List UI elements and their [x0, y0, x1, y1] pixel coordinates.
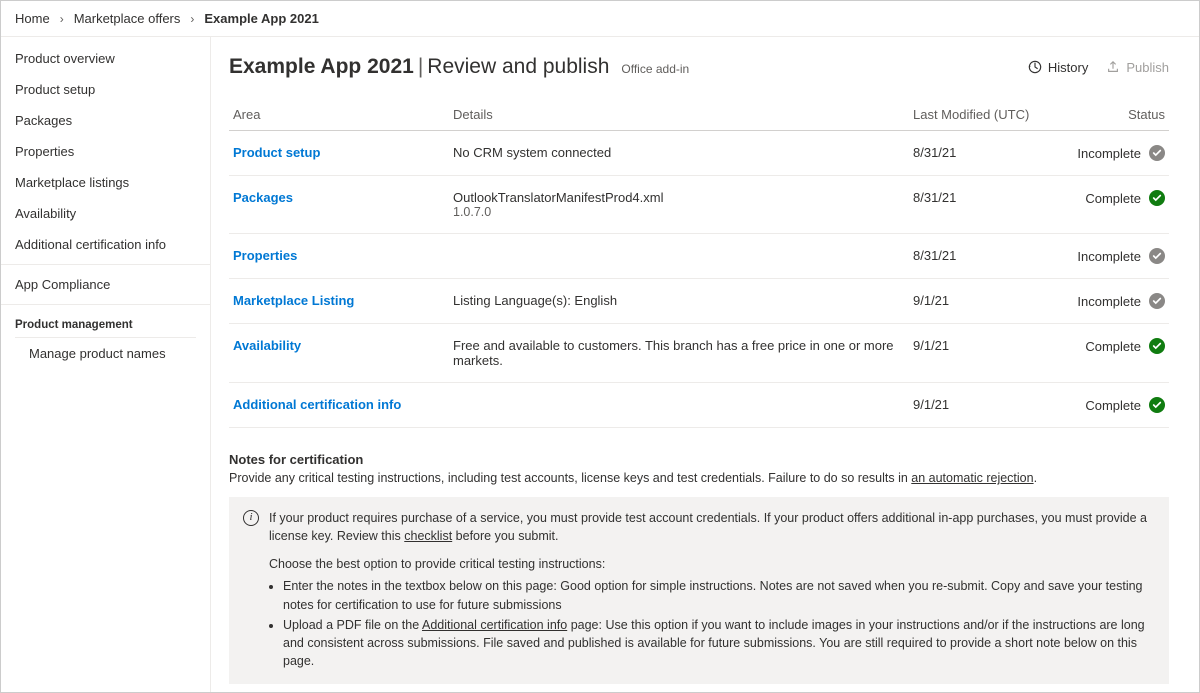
area-link[interactable]: Additional certification info	[233, 397, 401, 412]
chevron-right-icon: ›	[60, 12, 64, 26]
info-choose-text: Choose the best option to provide critic…	[269, 555, 1155, 573]
breadcrumb-home[interactable]: Home	[15, 11, 50, 26]
col-modified: Last Modified (UTC)	[909, 99, 1049, 131]
history-button[interactable]: History	[1028, 60, 1088, 75]
sidebar-item-app-compliance[interactable]: App Compliance	[1, 269, 210, 300]
details-cell: Free and available to customers. This br…	[449, 324, 909, 383]
modified-cell: 8/31/21	[909, 176, 1049, 234]
info-bullet-1: Enter the notes in the textbox below on …	[283, 577, 1155, 613]
status-cell: Incomplete	[1049, 234, 1169, 279]
info-icon: i	[243, 510, 259, 526]
check-circle-icon	[1149, 190, 1165, 206]
sidebar-section-label: Product management	[1, 309, 210, 337]
sidebar: Product overview Product setup Packages …	[1, 37, 211, 692]
checklist-link[interactable]: checklist	[404, 529, 452, 543]
main-content: Example App 2021|Review and publish Offi…	[211, 37, 1199, 692]
notes-description: Provide any critical testing instruction…	[229, 471, 1169, 485]
table-row: Product setup No CRM system connected8/31…	[229, 131, 1169, 176]
breadcrumb-current: Example App 2021	[204, 11, 318, 26]
modified-cell: 9/1/21	[909, 279, 1049, 324]
sidebar-item-properties[interactable]: Properties	[1, 136, 210, 167]
sidebar-item-product-setup[interactable]: Product setup	[1, 74, 210, 105]
incomplete-circle-icon	[1149, 293, 1165, 309]
breadcrumb-marketplace[interactable]: Marketplace offers	[74, 11, 181, 26]
col-area: Area	[229, 99, 449, 131]
modified-cell: 8/31/21	[909, 234, 1049, 279]
info-box: i If your product requires purchase of a…	[229, 497, 1169, 684]
details-cell	[449, 383, 909, 428]
notes-heading: Notes for certification	[229, 452, 1169, 467]
publish-action: Publish	[1106, 60, 1169, 75]
breadcrumb: Home › Marketplace offers › Example App …	[1, 1, 1199, 37]
modified-cell: 8/31/21	[909, 131, 1049, 176]
status-cell: Complete	[1049, 324, 1169, 383]
page-subtitle: Office add-in	[621, 62, 689, 76]
table-row: Properties 8/31/21Incomplete	[229, 234, 1169, 279]
status-cell: Incomplete	[1049, 279, 1169, 324]
modified-cell: 9/1/21	[909, 383, 1049, 428]
divider	[1, 264, 210, 265]
incomplete-circle-icon	[1149, 145, 1165, 161]
details-cell: OutlookTranslatorManifestProd4.xml1.0.7.…	[449, 176, 909, 234]
page-header: Example App 2021|Review and publish Offi…	[229, 55, 1169, 79]
status-table: Area Details Last Modified (UTC) Status …	[229, 99, 1169, 428]
page-title: Example App 2021|Review and publish	[229, 55, 609, 79]
details-cell	[449, 234, 909, 279]
check-circle-icon	[1149, 397, 1165, 413]
automatic-rejection-link[interactable]: an automatic rejection	[911, 471, 1033, 485]
publish-icon	[1106, 60, 1120, 74]
table-row: Marketplace Listing Listing Language(s): …	[229, 279, 1169, 324]
area-link[interactable]: Packages	[233, 190, 293, 205]
sidebar-item-packages[interactable]: Packages	[1, 105, 210, 136]
chevron-right-icon: ›	[190, 12, 194, 26]
area-link[interactable]: Availability	[233, 338, 301, 353]
info-bullet-2: Upload a PDF file on the Additional cert…	[283, 616, 1155, 670]
area-link[interactable]: Marketplace Listing	[233, 293, 354, 308]
divider	[1, 304, 210, 305]
table-row: Packages OutlookTranslatorManifestProd4.x…	[229, 176, 1169, 234]
sidebar-item-marketplace-listings[interactable]: Marketplace listings	[1, 167, 210, 198]
col-status: Status	[1049, 99, 1169, 131]
area-link[interactable]: Product setup	[233, 145, 320, 160]
table-row: Additional certification info 9/1/21Compl…	[229, 383, 1169, 428]
status-cell: Complete	[1049, 176, 1169, 234]
incomplete-circle-icon	[1149, 248, 1165, 264]
status-cell: Incomplete	[1049, 131, 1169, 176]
modified-cell: 9/1/21	[909, 324, 1049, 383]
sidebar-item-product-overview[interactable]: Product overview	[1, 43, 210, 74]
sidebar-item-additional-cert[interactable]: Additional certification info	[1, 229, 210, 260]
sidebar-item-availability[interactable]: Availability	[1, 198, 210, 229]
status-cell: Complete	[1049, 383, 1169, 428]
additional-cert-link[interactable]: Additional certification info	[422, 618, 567, 632]
sidebar-item-manage-product-names[interactable]: Manage product names	[1, 338, 210, 369]
area-link[interactable]: Properties	[233, 248, 297, 263]
history-icon	[1028, 60, 1042, 74]
details-cell: Listing Language(s): English	[449, 279, 909, 324]
table-row: Availability Free and available to custom…	[229, 324, 1169, 383]
check-circle-icon	[1149, 338, 1165, 354]
col-details: Details	[449, 99, 909, 131]
details-cell: No CRM system connected	[449, 131, 909, 176]
